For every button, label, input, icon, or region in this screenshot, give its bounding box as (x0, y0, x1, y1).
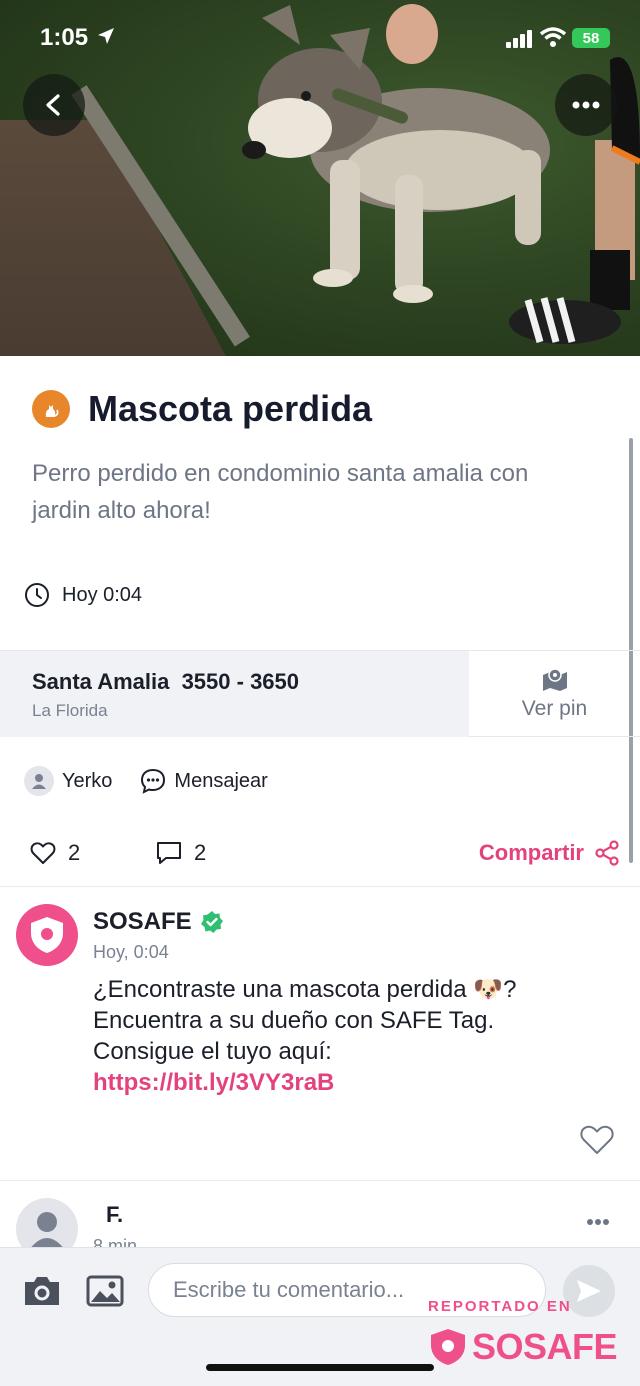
comment-text: ¿Encontraste una mascota perdida 🐶? Encu… (93, 976, 517, 1065)
comment-more-icon[interactable] (586, 1218, 610, 1226)
author-avatar[interactable] (24, 766, 54, 796)
verified-badge-icon (200, 911, 223, 933)
send-icon (577, 1280, 601, 1302)
location-street: Santa Amalia 3550 - 3650 (32, 669, 300, 694)
location-arrow-icon (98, 28, 114, 44)
location-address[interactable]: Santa Amalia 3550 - 3650 La Florida (0, 651, 469, 737)
comment-like-heart-icon[interactable] (579, 1124, 615, 1156)
comment-icon (157, 842, 181, 864)
home-indicator (206, 1364, 434, 1371)
view-pin-label: Ver pin (521, 697, 588, 720)
post-timestamp: Hoy 0:04 (24, 582, 142, 608)
chevron-left-icon (46, 94, 60, 116)
watermark-brand: SOSAFE (472, 1326, 618, 1367)
user-icon (32, 774, 46, 789)
status-time: 1:05 (40, 24, 89, 51)
more-options-button[interactable] (555, 74, 617, 136)
message-label: Mensajear (174, 769, 268, 792)
chat-bubble-icon (141, 768, 166, 794)
like-count: 2 (68, 840, 81, 865)
watermark-logo: SOSAFE (428, 1326, 618, 1368)
commenter-name[interactable]: F. (106, 1202, 123, 1228)
sosafe-logo-icon (431, 1329, 465, 1365)
heart-icon (30, 842, 56, 864)
camera-icon[interactable] (22, 1274, 62, 1308)
comment-count: 2 (194, 840, 207, 865)
share-label: Compartir (478, 840, 584, 865)
battery-indicator: 58 (572, 28, 610, 48)
back-button[interactable] (23, 74, 85, 136)
comment-composer: REPORTADO EN SOSAFE (0, 1247, 640, 1386)
post-title: Mascota perdida (88, 388, 373, 429)
location-card: Santa Amalia 3550 - 3650 La Florida Ver … (0, 650, 640, 737)
comment-time: Hoy, 0:04 (93, 942, 169, 962)
sosafe-shield-icon (31, 917, 63, 953)
message-button[interactable]: Mensajear (140, 768, 268, 794)
sosafe-avatar[interactable] (16, 904, 78, 966)
comment-link[interactable]: https://bit.ly/3VY3raB (93, 1069, 334, 1096)
post-header: Mascota perdida (32, 388, 372, 430)
share-icon (595, 840, 619, 866)
author-row: Yerko Mensajear (24, 766, 268, 796)
map-pin-icon (542, 668, 567, 691)
view-pin-button[interactable]: Ver pin (469, 651, 640, 737)
share-button[interactable]: Compartir (479, 840, 620, 866)
post-photo[interactable]: 1:05 58 (0, 0, 640, 356)
comments-button[interactable]: 2 (156, 840, 206, 866)
location-city: La Florida (32, 701, 108, 720)
like-button[interactable]: 2 (30, 840, 80, 866)
status-bar: 1:05 58 (0, 0, 640, 76)
wifi-icon (540, 27, 566, 47)
post-stats: 2 2 Compartir (30, 840, 620, 872)
divider (0, 886, 640, 887)
comment-body: ¿Encontraste una mascota perdida 🐶? Encu… (93, 974, 563, 1098)
cat-icon (32, 390, 70, 428)
author-name[interactable]: Yerko (62, 770, 112, 793)
divider (0, 1180, 640, 1181)
comment-author-name: SOSAFE (93, 908, 192, 935)
gallery-icon[interactable] (86, 1274, 124, 1308)
ellipsis-icon (572, 101, 600, 109)
watermark-label: REPORTADO EN (428, 1298, 572, 1315)
timestamp-text: Hoy 0:04 (62, 583, 143, 606)
post-description: Perro perdido en condominio santa amalia… (32, 460, 529, 524)
cellular-signal-icon (506, 30, 532, 48)
comment-author[interactable]: SOSAFE (93, 908, 224, 936)
clock-icon (25, 583, 49, 607)
